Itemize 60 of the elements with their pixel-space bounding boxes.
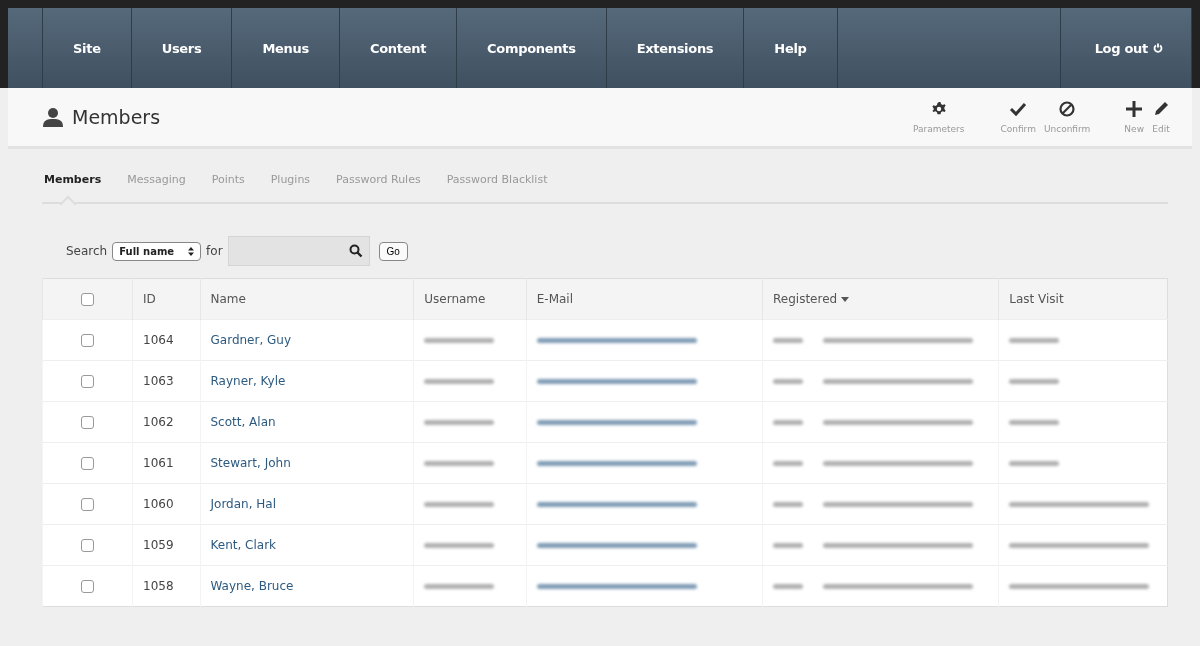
power-icon (1153, 43, 1163, 53)
table-cell: 1064 (132, 319, 200, 361)
blurred-text (773, 502, 803, 507)
search-field[interactable] (227, 236, 370, 266)
blurred-text (424, 379, 495, 384)
blurred-text (424, 461, 495, 466)
blurred-text (1009, 379, 1060, 384)
column-header[interactable]: Last Visit (998, 278, 1168, 320)
member-name-link[interactable]: Rayner, Kyle (210, 374, 286, 388)
table-cell: 1062 (132, 401, 200, 443)
blurred-text (424, 338, 495, 343)
column-header[interactable]: Username (413, 278, 527, 320)
search-icon (348, 244, 363, 258)
row-checkbox[interactable] (81, 334, 94, 347)
blurred-text (773, 379, 803, 384)
table-cell: 1063 (132, 360, 200, 402)
check-icon (1009, 100, 1028, 118)
go-button[interactable]: Go (378, 241, 408, 261)
table-cell: 1059 (132, 524, 200, 566)
blurred-text (773, 338, 803, 343)
search-label: Search (66, 244, 108, 258)
plus-icon (1125, 100, 1144, 118)
blurred-text (424, 584, 495, 589)
table-cell: 1060 (132, 483, 200, 525)
blurred-text (1009, 338, 1060, 343)
blurred-text (1009, 461, 1060, 466)
blurred-text (424, 502, 495, 507)
user-icon (42, 107, 64, 127)
pencil-icon (1152, 100, 1170, 118)
member-name-link[interactable]: Stewart, John (210, 456, 291, 470)
table-cell: 1058 (132, 565, 200, 607)
column-header[interactable]: ID (132, 278, 200, 320)
select-all-checkbox[interactable] (81, 293, 94, 306)
column-header[interactable]: Name (200, 278, 414, 320)
member-name-link[interactable]: Gardner, Guy (210, 333, 292, 347)
column-header[interactable]: E-Mail (526, 278, 763, 320)
row-checkbox[interactable] (81, 580, 94, 593)
blurred-text (773, 420, 803, 425)
ban-icon (1058, 100, 1077, 118)
blurred-text (1009, 420, 1060, 425)
row-checkbox[interactable] (81, 498, 94, 511)
member-name-link[interactable]: Jordan, Hal (210, 497, 277, 511)
up-down-arrows-icon (188, 246, 195, 256)
member-name-link[interactable]: Kent, Clark (210, 538, 277, 552)
blurred-text (773, 461, 803, 466)
row-checkbox[interactable] (81, 416, 94, 429)
for-label: for (206, 244, 223, 258)
field-dropdown[interactable]: Full name (112, 241, 202, 261)
row-checkbox[interactable] (81, 375, 94, 388)
row-checkbox[interactable] (81, 539, 94, 552)
blurred-text (773, 543, 803, 548)
table-cell: 1061 (132, 442, 200, 484)
row-checkbox[interactable] (81, 457, 94, 470)
member-name-link[interactable]: Wayne, Bruce (210, 579, 294, 593)
blurred-text (773, 584, 803, 589)
member-name-link[interactable]: Scott, Alan (210, 415, 276, 429)
column-header[interactable]: Registered (762, 278, 999, 320)
blurred-text (424, 420, 495, 425)
blurred-text (424, 543, 495, 548)
page-title: Members (72, 106, 162, 128)
